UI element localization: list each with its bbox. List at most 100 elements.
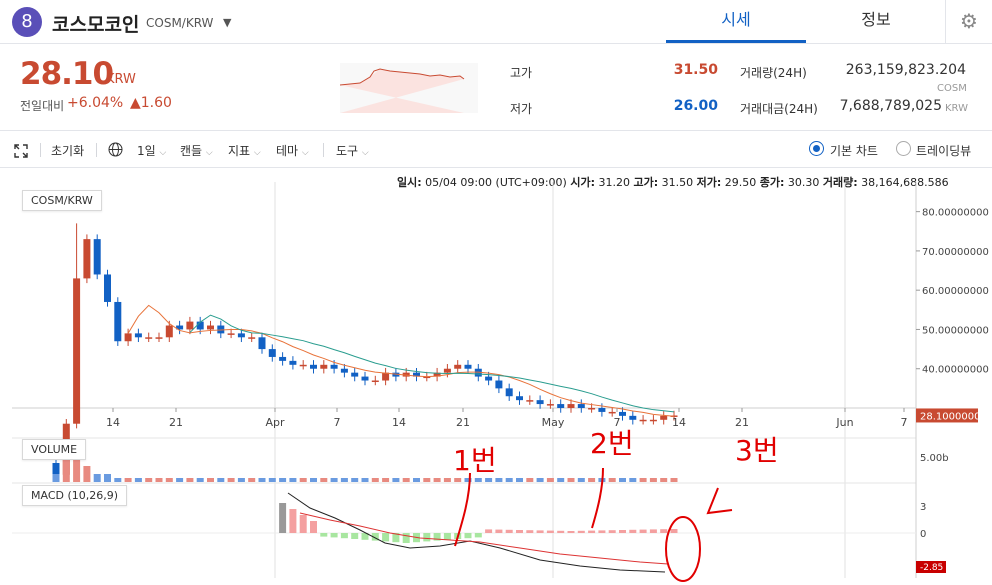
macd-histogram-bar: [598, 530, 606, 533]
chart-toolbar: 초기화 1일 ⌵ 캔들 ⌵ 지표 ⌵ 테마 ⌵ 도구 ⌵ 기본 차트 트레이딩뷰: [0, 130, 992, 168]
change-label: 전일대비: [20, 99, 65, 113]
macd-histogram-bar: [567, 531, 575, 533]
macd-histogram-bar: [536, 530, 544, 533]
macd-histogram-bar: [299, 515, 307, 533]
macd-histogram-bar: [443, 533, 451, 540]
handwritten-annotation: 2번: [590, 427, 634, 460]
volume-bar: [433, 478, 441, 482]
reset-button[interactable]: 초기화: [51, 142, 84, 159]
volume-bar: [423, 478, 431, 482]
tab-info[interactable]: 정보: [806, 0, 946, 43]
x-tick-label: 21: [735, 416, 749, 429]
tool-select[interactable]: 도구 ⌵: [336, 142, 369, 159]
macd-histogram-bar: [485, 529, 493, 533]
volume-bar: [392, 478, 400, 482]
macd-tick-label: 3: [920, 502, 926, 513]
candle-body: [495, 380, 503, 389]
interval-select[interactable]: 1일 ⌵: [137, 142, 166, 159]
macd-panel-label: MACD (10,26,9): [22, 485, 128, 506]
candle-body: [505, 388, 513, 397]
tradingview-radio[interactable]: [896, 141, 911, 156]
volume-bar: [670, 478, 678, 482]
macd-histogram-bar: [495, 529, 503, 533]
volume-bar: [83, 466, 91, 482]
volume-bar: [649, 478, 657, 482]
tab-market-price[interactable]: 시세: [666, 0, 806, 43]
candle-body: [258, 337, 266, 350]
basic-chart-radio[interactable]: [809, 141, 824, 156]
macd-histogram-bar: [639, 529, 647, 533]
handwritten-annotation: 3번: [735, 434, 779, 467]
volume-bar: [619, 478, 626, 482]
value-24h-label: 거래대금(24H): [740, 102, 818, 116]
volume-bar: [165, 478, 173, 482]
coin-pair[interactable]: COSM/KRW: [146, 16, 213, 30]
volume-bar: [93, 474, 101, 482]
volume-bar: [217, 478, 225, 482]
header-bar: 8 코스모코인 COSM/KRW ▼ 시세 정보 ⚙: [0, 0, 992, 44]
volume-bar: [196, 478, 204, 482]
volume-panel-label: VOLUME: [22, 439, 87, 460]
candle-body: [567, 404, 575, 408]
volume-bar: [660, 478, 668, 482]
theme-select[interactable]: 테마 ⌵: [276, 142, 309, 159]
volume-bar: [248, 478, 256, 482]
gear-icon[interactable]: ⚙: [945, 0, 992, 43]
candle-body: [340, 368, 348, 373]
volume-bar: [454, 478, 462, 482]
globe-icon[interactable]: [108, 142, 123, 157]
candle-body: [526, 400, 534, 402]
volume-bar: [124, 478, 132, 482]
candle-body: [516, 396, 523, 401]
volume-tick-label: 5.00b: [920, 453, 949, 464]
price-tick-label: 80.00000000: [922, 208, 989, 219]
volume-bar: [207, 478, 214, 482]
expand-icon[interactable]: [14, 144, 28, 158]
candle-body: [165, 325, 173, 338]
volume-bar: [608, 478, 616, 482]
candle-body: [289, 360, 297, 365]
interval-label: 1일: [137, 144, 156, 158]
candle-body: [73, 278, 81, 424]
tradingview-label[interactable]: 트레이딩뷰: [916, 142, 971, 159]
x-tick-label: Jun: [835, 416, 853, 429]
volume-bar: [557, 478, 565, 482]
volume-bar: [516, 478, 523, 482]
candle-body: [93, 239, 101, 275]
price-panel-label: COSM/KRW: [22, 190, 102, 211]
candle-body: [588, 408, 596, 410]
macd-histogram-bar: [310, 521, 317, 533]
price-chart[interactable]: 80.00000000 70.00000000 60.00000000 50.0000…: [0, 168, 992, 585]
volume-bar: [227, 478, 235, 482]
volume-bar: [382, 478, 390, 482]
basic-chart-label[interactable]: 기본 차트: [830, 142, 878, 159]
volume-bar: [505, 478, 513, 482]
chevron-down-icon[interactable]: ▼: [223, 16, 231, 29]
coin-logo-icon: 8: [12, 7, 42, 37]
candle-select[interactable]: 캔들 ⌵: [180, 142, 213, 159]
candle-body: [310, 364, 317, 369]
macd-histogram-bar: [577, 530, 585, 533]
indicator-select[interactable]: 지표 ⌵: [228, 142, 261, 159]
volume-bar: [289, 478, 297, 482]
volume-bar: [104, 474, 111, 482]
volume-bar: [495, 478, 503, 482]
macd-histogram-bar: [629, 529, 637, 533]
candle-body: [155, 337, 163, 339]
price-tick-label: 40.00000000: [922, 365, 989, 376]
volume-bar: [52, 474, 60, 482]
ma-long-line: [189, 314, 675, 413]
volume-bar: [577, 478, 585, 482]
candle-body: [330, 364, 338, 369]
low-value: 26.00: [673, 98, 718, 114]
candle-body: [299, 364, 307, 367]
theme-label: 테마: [276, 144, 299, 158]
high-value: 31.50: [673, 62, 718, 78]
change-rate: +6.04%: [67, 95, 124, 111]
x-tick-label: 14: [392, 416, 406, 429]
macd-histogram-bar: [474, 533, 482, 538]
macd-histogram-bar: [660, 529, 668, 533]
coin-name[interactable]: 코스모코인: [52, 10, 139, 37]
macd-histogram-bar: [670, 529, 678, 533]
candle-body: [248, 337, 256, 339]
